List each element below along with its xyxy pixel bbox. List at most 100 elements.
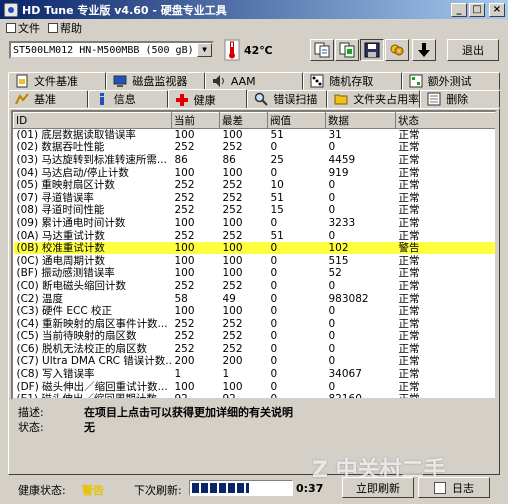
tab-health[interactable]: 健康 [167, 89, 248, 109]
table-row[interactable]: (03) 马达旋转到标准转速所需... 86 86 25 4459 正常 [14, 154, 496, 167]
table-row[interactable]: (04) 马达启动/停止计数 100 100 0 919 正常 [14, 166, 496, 179]
cell-threshold: 0 [270, 279, 278, 292]
cell-data: 82160 [328, 393, 362, 400]
copy-button[interactable] [310, 39, 334, 61]
tab-label: 文件夹占用率 [353, 93, 420, 106]
table-row[interactable]: (C6) 脱机无法校正的扇区数 252 252 0 0 正常 [14, 343, 496, 356]
col-header-data[interactable]: 数据 [325, 112, 396, 129]
col-header-threshold[interactable]: 阀值 [267, 112, 326, 129]
cell-worst: 252 [222, 330, 243, 343]
refresh-now-button[interactable]: 立即刷新 [342, 477, 414, 498]
tab-error-scan[interactable]: 错误扫描 [247, 90, 328, 108]
tab-label: 错误扫描 [273, 93, 318, 106]
cell-current: 252 [174, 279, 195, 292]
exit-button[interactable]: 退出 [447, 39, 499, 61]
log-button[interactable]: 日志 [418, 477, 490, 498]
table-row[interactable]: (C2) 温度 58 49 0 983082 正常 [14, 292, 496, 305]
options-button[interactable] [385, 39, 409, 61]
benchmark-icon [15, 92, 29, 106]
menu-bar: 文件 帮助 [0, 19, 508, 37]
cell-id: (C3) 硬件 ECC 校正 [16, 305, 113, 318]
cell-data: 0 [328, 191, 336, 204]
table-row[interactable]: (05) 重映射扇区计数 252 252 10 0 正常 [14, 179, 496, 192]
table-row[interactable]: (C0) 断电磁头缩回计数 252 252 0 0 正常 [14, 280, 496, 293]
cell-worst: 86 [222, 153, 236, 166]
menu-file[interactable]: 文件 [2, 20, 44, 36]
tab-info[interactable]: 信息 [87, 90, 168, 108]
menu-file-label: 文件 [18, 22, 40, 35]
col-header-current[interactable]: 当前 [171, 112, 220, 129]
title-bar: HD Tune 专业版 v4.60 - 硬盘专业工具 _ □ × [0, 0, 508, 19]
cell-status: 正常 [398, 355, 420, 368]
refresh-timer: 0:37 [296, 482, 324, 495]
cell-current: 86 [174, 153, 188, 166]
cell-data: 0 [328, 342, 336, 355]
table-row[interactable]: (0A) 马达重试计数 252 252 51 0 正常 [14, 229, 496, 242]
cell-id: (09) 累计通电时间计数 [16, 216, 126, 229]
table-row[interactable]: (02) 数据吞吐性能 252 252 0 0 正常 [14, 141, 496, 154]
tab-label: 磁盘监视器 [132, 75, 188, 88]
app-icon [4, 2, 18, 17]
cell-worst: 252 [222, 191, 243, 204]
tab-file-benchmark[interactable]: 文件基准 [8, 72, 107, 90]
table-row[interactable]: (BF) 振动感测错误率 100 100 0 52 正常 [14, 267, 496, 280]
table-row[interactable]: (09) 累计通电时间计数 100 100 0 3233 正常 [14, 217, 496, 230]
tab-aam[interactable]: AAM [204, 72, 304, 90]
cell-status: 正常 [398, 393, 420, 400]
cell-data: 0 [328, 355, 336, 368]
description-line: 描述: 在项目上点击可以获得更加详细的有关说明 [18, 405, 293, 420]
download-button[interactable] [412, 39, 436, 61]
menu-help[interactable]: 帮助 [44, 20, 86, 36]
menu-help-label: 帮助 [60, 22, 82, 35]
cell-id: (C5) 当前待映射的扇区数 [16, 330, 137, 343]
table-row[interactable]: (C4) 重新映射的扇区事件计数... 252 252 0 0 正常 [14, 317, 496, 330]
monitor-icon [113, 74, 127, 88]
cell-id: (08) 寻道时间性能 [16, 204, 105, 217]
tab-label: 文件基准 [34, 75, 78, 88]
table-row[interactable]: (08) 寻道时间性能 252 252 15 0 正常 [14, 204, 496, 217]
drive-select[interactable]: ST500LM012 HN-M500MBB (500 gB) ▼ [9, 41, 214, 59]
table-row[interactable]: (E1) 磁头伸出／缩回周期计数... 92 92 0 82160 正常 [14, 393, 496, 400]
temperature-readout: 42℃ [244, 44, 273, 57]
copy-all-button[interactable] [335, 39, 359, 61]
table-row[interactable]: (C8) 写入错误率 1 1 0 34067 正常 [14, 368, 496, 381]
table-row[interactable]: (C3) 硬件 ECC 校正 100 100 0 0 正常 [14, 305, 496, 318]
col-header-status[interactable]: 状态 [395, 112, 495, 129]
tab-erase[interactable]: 删除 [420, 90, 500, 108]
cell-data: 34067 [328, 368, 362, 381]
chevron-down-icon[interactable]: ▼ [197, 43, 212, 57]
cell-id: (0A) 马达重试计数 [16, 229, 105, 242]
cell-data: 919 [328, 166, 349, 179]
cell-id: (C8) 写入错误率 [16, 368, 95, 381]
cell-current: 100 [171, 241, 220, 255]
tab-extra-tests[interactable]: 额外测试 [401, 72, 501, 90]
cell-current: 252 [174, 204, 195, 217]
table-row[interactable]: (DF) 磁头伸出／缩回重试计数... 100 100 0 0 正常 [14, 380, 496, 393]
maximize-button[interactable]: □ [469, 2, 485, 17]
tab-label: 基准 [34, 93, 56, 106]
tab-disk-monitor[interactable]: 磁盘监视器 [106, 72, 205, 90]
table-row[interactable]: (C5) 当前待映射的扇区数 252 252 0 0 正常 [14, 330, 496, 343]
tab-label: 删除 [446, 93, 469, 106]
cell-status: 警告 [395, 241, 495, 255]
col-header-worst[interactable]: 最差 [219, 112, 268, 129]
cell-threshold: 0 [270, 292, 278, 305]
tab-random-access[interactable]: 随机存取 [303, 72, 402, 90]
tab-label: 信息 [113, 93, 136, 106]
close-button[interactable]: × [489, 2, 505, 17]
table-row[interactable]: (01) 底层数据读取错误率 100 100 51 31 正常 [14, 129, 496, 142]
smart-table-container[interactable]: ID 当前 最差 阀值 数据 状态 (01) 底层数据读取错误率 100 100 51… [11, 110, 497, 400]
save-button[interactable] [360, 39, 384, 61]
table-row[interactable]: (0B) 校准重试计数 100 100 0 102 警告 [13, 241, 495, 255]
cell-id: (01) 底层数据读取错误率 [16, 129, 136, 142]
cell-worst: 252 [222, 229, 243, 242]
cell-threshold: 0 [270, 317, 278, 330]
table-row[interactable]: (C7) Ultra DMA CRC 错误计数... 200 200 0 0 正常 [14, 355, 496, 368]
table-row[interactable]: (0C) 通电周期计数 100 100 0 515 正常 [14, 254, 496, 267]
tab-label: AAM [230, 74, 256, 88]
tab-folder-usage[interactable]: 文件夹占用率 [327, 90, 421, 108]
col-header-id[interactable]: ID [13, 112, 172, 129]
tab-benchmark[interactable]: 基准 [8, 90, 88, 108]
minimize-button[interactable]: _ [451, 2, 467, 17]
table-row[interactable]: (07) 寻道错误率 252 252 51 0 正常 [14, 191, 496, 204]
